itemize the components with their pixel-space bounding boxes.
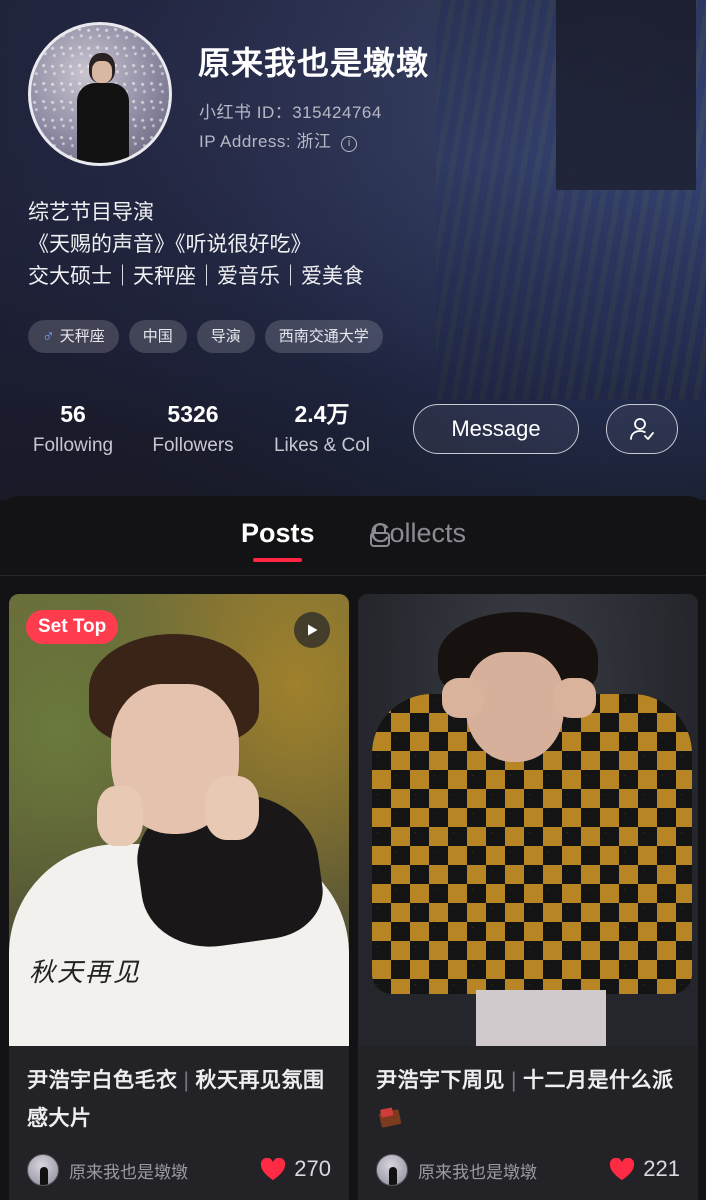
likes-label: Likes & Col [273,435,371,456]
profile-username: 原来我也是墩墩 [198,45,430,81]
author-avatar [376,1154,408,1186]
followed-button[interactable] [606,404,678,454]
bio-line: 交大硕士｜天秤座｜爱音乐｜爱美食 [28,265,364,288]
tag-school[interactable]: 西南交通大学 [264,320,383,353]
divider [0,575,706,576]
like-count: 270 [294,1156,331,1181]
heart-icon [261,1157,286,1180]
post-author[interactable]: 原来我也是墩墩 [27,1154,188,1186]
info-icon[interactable]: i [341,136,358,152]
followers-label: Followers [152,435,234,456]
post-cover-image[interactable]: 秋天再见 Set Top [9,594,349,1046]
post-card[interactable]: 秋天再见 Set Top 尹浩宇白色毛衣 | 秋天再见氛围感大片 原来我也是墩墩 2… [9,594,349,1200]
following-count: 56 [60,401,86,427]
followers-count: 5326 [167,401,219,427]
bio-line: 《天赐的声音》《听说很好吃》 [28,233,312,256]
tab-collects[interactable]: Collects [370,518,466,549]
like-count: 221 [643,1156,680,1181]
like-button[interactable]: 270 [260,1156,331,1182]
tab-posts[interactable]: Posts [241,518,315,549]
set-top-badge: Set Top [26,610,119,644]
post-title: 尹浩宇下周见 | 十二月是什么派 [376,1062,684,1138]
video-play-icon[interactable] [294,612,330,648]
user-check-icon [630,418,654,440]
stat-followers[interactable]: 5326 Followers [146,400,240,457]
following-label: Following [32,435,114,456]
post-title: 尹浩宇白色毛衣 | 秋天再见氛围感大片 [27,1069,325,1130]
profile-header: 原来我也是墩墩 小红书 ID：315424764 IP Address: 浙江 i… [0,0,706,500]
author-avatar [27,1154,59,1186]
ip-address-text: IP Address: 浙江 [199,132,332,151]
post-cover-image[interactable] [358,594,698,1046]
cover-overlay-text: 秋天再见 [29,958,142,988]
author-name: 原来我也是墩墩 [69,1162,188,1182]
male-icon: ♂ [42,327,55,346]
message-button[interactable]: Message [413,404,579,454]
profile-tags: ♂ 天秤座 中国 导演 西南交通大学 [28,320,383,353]
profile-avatar[interactable] [28,22,172,166]
profile-id: 小红书 ID：315424764 [199,103,382,122]
likes-count: 2.4万 [294,401,350,427]
tag-country[interactable]: 中国 [128,320,187,353]
profile-bio: 综艺节目导演 《天赐的声音》《听说很好吃》 交大硕士｜天秤座｜爱音乐｜爱美食 [28,197,364,293]
stat-likes-collects[interactable]: 2.4万 Likes & Col [268,400,376,457]
bio-line: 综艺节目导演 [28,201,154,224]
heart-icon [610,1157,635,1180]
active-tab-indicator [253,558,302,562]
post-card[interactable]: 尹浩宇下周见 | 十二月是什么派 原来我也是墩墩 221 [358,594,698,1200]
post-author[interactable]: 原来我也是墩墩 [376,1154,537,1186]
tag-profession[interactable]: 导演 [196,320,255,353]
author-name: 原来我也是墩墩 [418,1162,537,1182]
content-area: Posts Collects 秋天再见 Set Top 尹浩宇白色毛衣 | 秋天再见… [0,496,706,1200]
ip-address: IP Address: 浙江 i [199,127,358,152]
tag-zodiac[interactable]: ♂ 天秤座 [28,320,119,353]
chocolate-icon [379,1107,402,1128]
like-button[interactable]: 221 [609,1156,680,1182]
stat-following[interactable]: 56 Following [28,400,118,457]
